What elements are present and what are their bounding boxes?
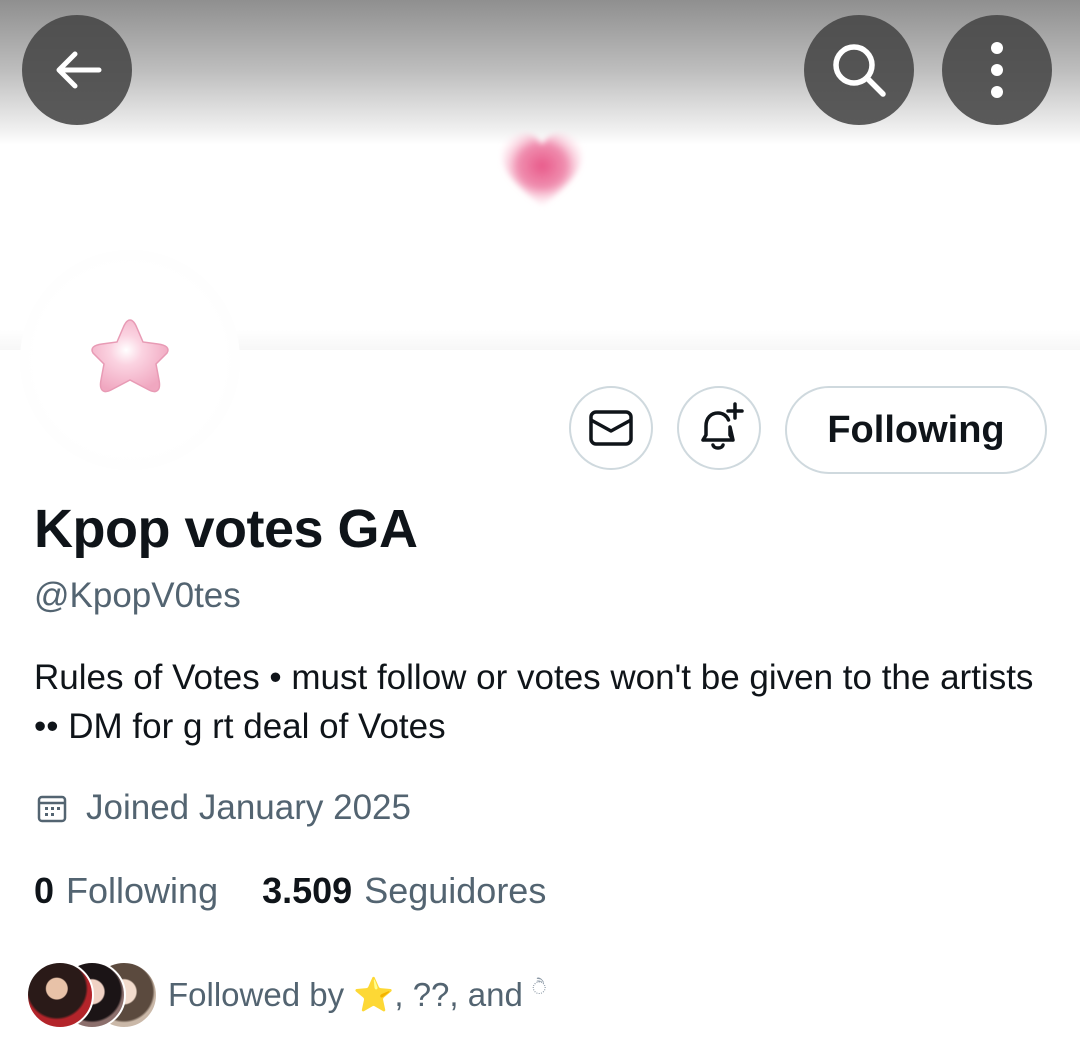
avatar: [26, 961, 94, 1029]
mutual-name: ੈ: [532, 977, 547, 998]
arrow-left-icon: [56, 51, 102, 89]
followed-by-row[interactable]: Followed by ⭐, ??, and ੈ: [26, 960, 546, 1030]
joined-date: Joined January 2025: [36, 788, 411, 828]
followers-label: Seguidores: [364, 870, 547, 911]
joined-text: Joined January 2025: [86, 788, 411, 827]
separator: , and: [449, 975, 532, 1013]
followed-by-prefix: Followed by: [168, 975, 354, 1013]
calendar-icon: [37, 795, 67, 823]
followers-stat[interactable]: 3.509 Seguidores: [262, 870, 546, 912]
profile-bio: Rules of Votes • must follow or votes wo…: [34, 658, 1034, 746]
more-options-button[interactable]: [942, 15, 1052, 125]
search-icon: [833, 44, 886, 97]
mutual-name: ??: [412, 975, 450, 1013]
mutual-name: ⭐: [353, 975, 395, 1013]
following-stat[interactable]: 0 Following: [34, 870, 218, 912]
following-button[interactable]: Following: [785, 386, 1047, 474]
username-handle: @KpopV0tes: [34, 576, 241, 615]
separator: ,: [394, 975, 413, 1013]
heart-icon: [502, 133, 582, 206]
bell-plus-icon: [701, 402, 744, 450]
mutual-avatars: [26, 961, 158, 1029]
more-vertical-icon: [991, 42, 1003, 98]
following-count: 0: [34, 870, 55, 911]
followed-by-text: Followed by ⭐, ??, and ੈ: [168, 976, 546, 1015]
notifications-button[interactable]: [677, 386, 761, 470]
followers-count: 3.509: [262, 870, 353, 911]
follow-stats: 0 Following 3.509 Seguidores: [34, 870, 546, 912]
search-button[interactable]: [804, 15, 914, 125]
display-name: Kpop votes GA: [34, 499, 418, 559]
star-icon: [91, 319, 169, 393]
following-label: Following: [66, 870, 219, 911]
back-button[interactable]: [22, 15, 132, 125]
envelope-icon: [589, 410, 633, 446]
message-button[interactable]: [569, 386, 653, 470]
